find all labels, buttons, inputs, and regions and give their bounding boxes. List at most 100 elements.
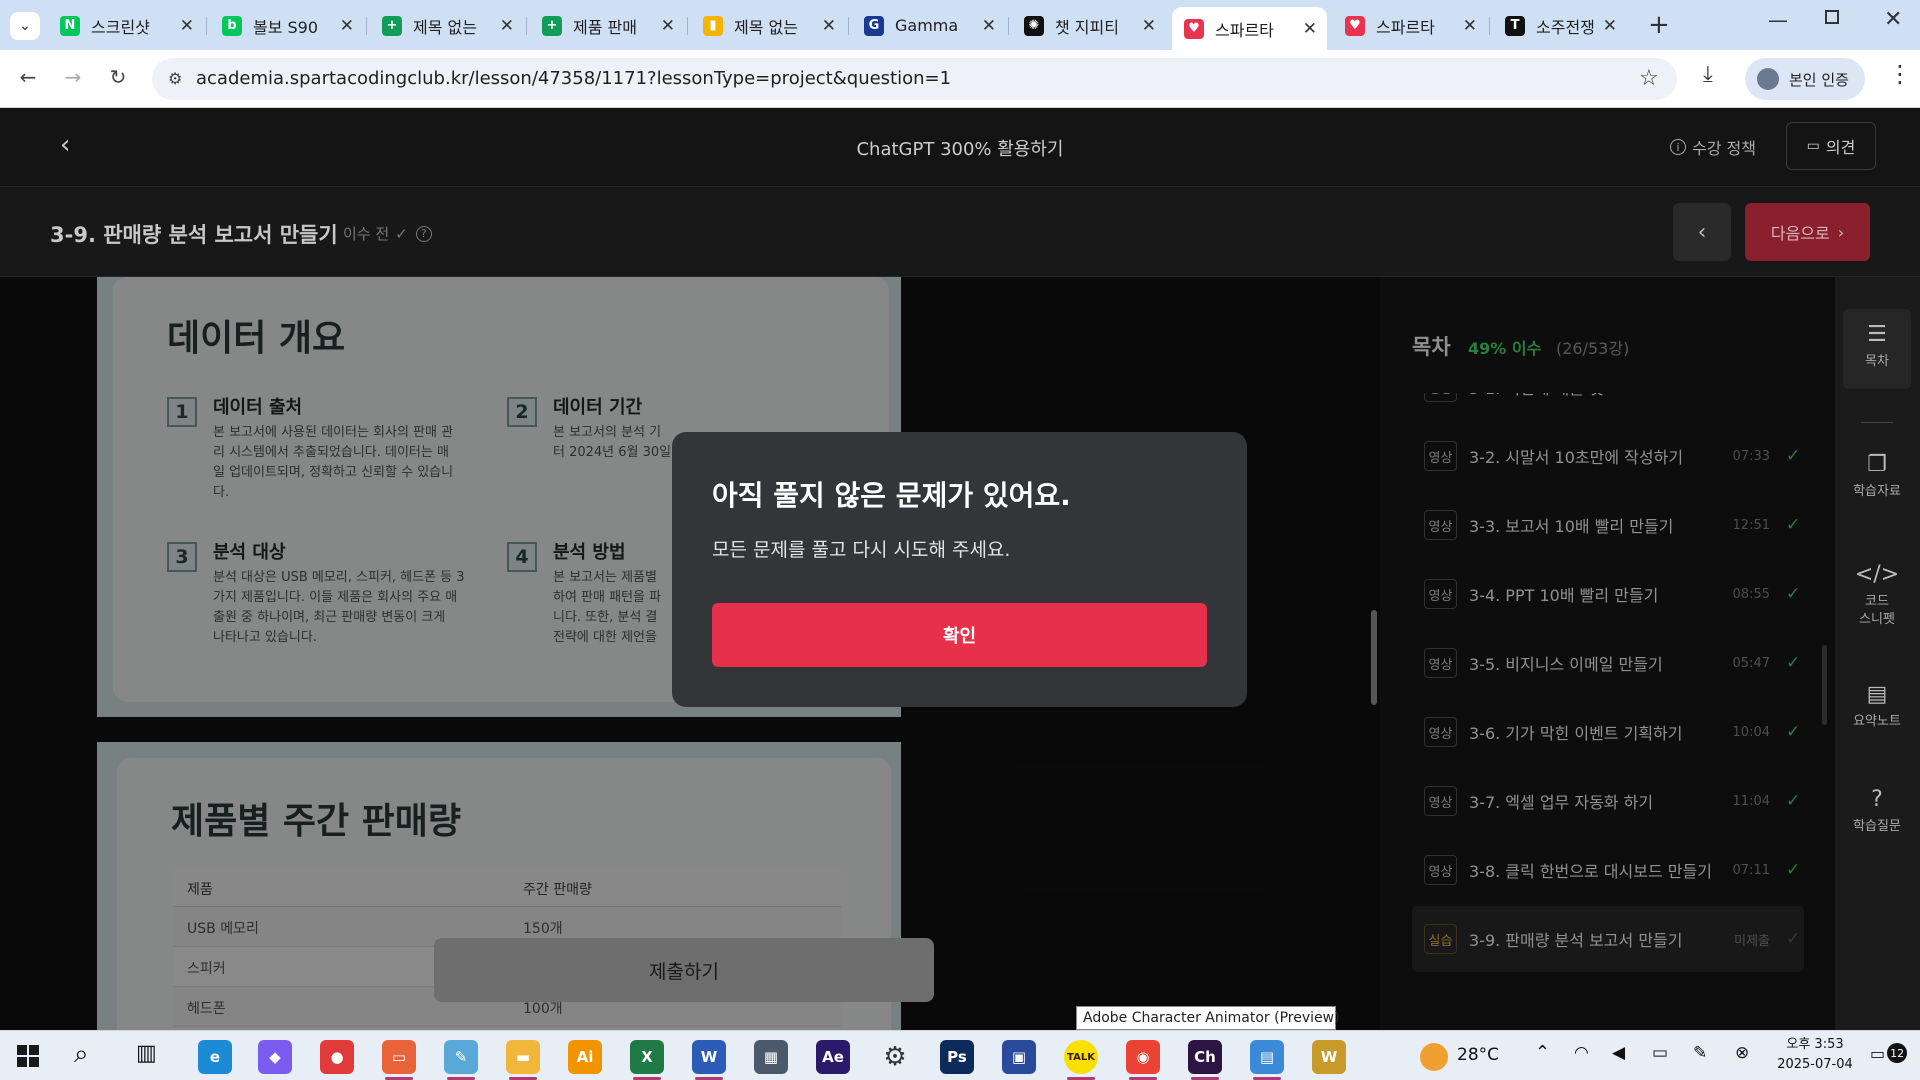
- pen-icon[interactable]: ✎: [1693, 1043, 1707, 1063]
- side-rail: ☰ 목차 ❐ 학습자료 </> 코드 스니펫 ▤ 요약노트 ? 학습질문: [1835, 277, 1920, 1030]
- google-sheets-icon: +: [542, 15, 562, 36]
- task-view-icon[interactable]: ▥: [136, 1041, 157, 1066]
- browser-tab[interactable]: b 볼보 S90 ✕: [210, 9, 364, 42]
- tab-close-icon[interactable]: ✕: [1303, 19, 1317, 39]
- kakaotalk-icon[interactable]: TALK: [1064, 1040, 1098, 1074]
- language-icon[interactable]: ⊗: [1735, 1043, 1749, 1063]
- edge-icon[interactable]: e: [198, 1040, 232, 1074]
- policy-link[interactable]: i 수강 정책: [1670, 135, 1756, 159]
- next-lesson-button[interactable]: 다음으로 ›: [1745, 203, 1870, 261]
- bookmark-star-icon[interactable]: ☆: [1639, 66, 1659, 91]
- browser-tab[interactable]: ♥ 스파르타 ✕: [1333, 9, 1487, 42]
- url-text[interactable]: academia.spartacodingclub.kr/lesson/4735…: [196, 68, 951, 89]
- rail-item[interactable]: </> 코드 스니펫: [1843, 562, 1911, 629]
- site-info-icon[interactable]: ⚙: [168, 69, 182, 88]
- browser-tab[interactable]: ♥ 스파르타 ✕: [1172, 7, 1327, 50]
- tab-close-icon[interactable]: ✕: [1142, 16, 1156, 36]
- browser-tab[interactable]: N 스크린샷 ✕: [48, 9, 204, 42]
- volume-icon[interactable]: ◀: [1612, 1043, 1625, 1063]
- clock-time: 오후 3:53: [1786, 1037, 1844, 1052]
- confirm-button[interactable]: 확인: [712, 603, 1207, 667]
- tab-close-icon[interactable]: ✕: [661, 16, 675, 36]
- back-icon[interactable]: ←: [14, 65, 42, 89]
- tab-close-icon[interactable]: ✕: [822, 16, 836, 36]
- notification-button[interactable]: ▭ 12: [1870, 1043, 1908, 1063]
- tab-search-chevron-icon[interactable]: ⌄: [10, 12, 40, 40]
- submit-button[interactable]: 제출하기: [434, 938, 934, 1002]
- excel-icon[interactable]: X: [630, 1040, 664, 1074]
- rail-item-label: 요약노트: [1853, 714, 1901, 729]
- calculator-icon[interactable]: ▦: [754, 1040, 788, 1074]
- maximize-button[interactable]: [1825, 10, 1839, 24]
- browser-tab[interactable]: + 제품 판매 ✕: [530, 9, 685, 42]
- rail-item[interactable]: ☰ 목차: [1843, 322, 1911, 423]
- chrome-icon[interactable]: ◉: [1126, 1040, 1160, 1074]
- new-tab-button[interactable]: +: [1648, 10, 1670, 40]
- content-scrollbar[interactable]: [1371, 610, 1377, 705]
- feedback-button[interactable]: ▭ 의견: [1786, 122, 1876, 170]
- tab-separator: [366, 17, 367, 35]
- calendar-app-icon[interactable]: ▣: [1002, 1040, 1036, 1074]
- prev-lesson-button[interactable]: ‹: [1673, 203, 1731, 261]
- browser-tab[interactable]: ✺ 챗 지피티 ✕: [1012, 9, 1166, 42]
- browser-tab[interactable]: + 제목 없는 ✕: [370, 9, 524, 42]
- minimize-button[interactable]: —: [1768, 8, 1788, 32]
- browser-tab[interactable]: G Gamma ✕: [852, 9, 1006, 42]
- wifi-icon[interactable]: ◠: [1574, 1043, 1589, 1063]
- rail-item[interactable]: ? 학습질문: [1843, 787, 1911, 836]
- character-animator-icon[interactable]: Ch: [1188, 1040, 1222, 1074]
- info-icon: i: [1670, 139, 1686, 155]
- chat-icon: ▭: [1806, 138, 1820, 154]
- illustrator-icon[interactable]: Ai: [568, 1040, 602, 1074]
- battery-icon[interactable]: ▭: [1652, 1043, 1668, 1063]
- lesson-status-label: 이수 전: [343, 225, 390, 243]
- browser-tab[interactable]: ▮ 제목 없는 ✕: [691, 9, 846, 42]
- slides-app-icon[interactable]: ▭: [382, 1040, 416, 1074]
- tab-close-icon[interactable]: ✕: [340, 16, 354, 36]
- file-explorer-icon[interactable]: ▬: [506, 1040, 540, 1074]
- tab-close-icon[interactable]: ✕: [982, 16, 996, 36]
- search-icon[interactable]: ⌕: [74, 1039, 89, 1070]
- profile-button[interactable]: 본인 인증: [1745, 58, 1865, 100]
- alert-modal: 아직 풀지 않은 문제가 있어요. 모든 문제를 풀고 다시 시도해 주세요. …: [672, 432, 1247, 707]
- tab-close-icon[interactable]: ✕: [1603, 16, 1617, 36]
- forward-icon[interactable]: →: [59, 65, 87, 89]
- help-icon[interactable]: ?: [415, 225, 432, 242]
- rail-item[interactable]: ▤ 요약노트: [1843, 682, 1911, 731]
- browser-tab[interactable]: T 소주전쟁 ✕: [1493, 9, 1627, 42]
- photoshop-icon[interactable]: Ps: [940, 1040, 974, 1074]
- app-w-icon[interactable]: W: [1312, 1040, 1346, 1074]
- code-icon: </>: [1854, 562, 1900, 587]
- after-effects-icon[interactable]: Ae: [816, 1040, 850, 1074]
- tab-close-icon[interactable]: ✕: [1463, 16, 1477, 36]
- google-slides-icon: ▮: [703, 15, 723, 36]
- reload-icon[interactable]: ↻: [104, 65, 132, 89]
- word-icon[interactable]: W: [692, 1040, 726, 1074]
- app-red-icon[interactable]: ●: [320, 1040, 354, 1074]
- browser-menu-icon[interactable]: ⋮: [1888, 60, 1912, 88]
- browser-toolbar: ← → ↻ ⚙ academia.spartacodingclub.kr/les…: [0, 50, 1920, 108]
- sparta-heart-icon: ♥: [1345, 15, 1365, 36]
- clock[interactable]: 오후 3:53 2025-07-04: [1775, 1035, 1855, 1075]
- download-icon[interactable]: ⤓: [1703, 62, 1713, 87]
- copilot-icon[interactable]: ◆: [258, 1040, 292, 1074]
- tab-close-icon[interactable]: ✕: [180, 16, 194, 36]
- settings-icon[interactable]: ⚙: [878, 1040, 912, 1074]
- rail-item[interactable]: ❐ 학습자료: [1843, 452, 1911, 501]
- profile-avatar-icon: [1757, 68, 1779, 90]
- weather-icon[interactable]: [1420, 1043, 1448, 1071]
- tray-chevron-icon[interactable]: ⌃: [1535, 1042, 1550, 1063]
- naver-blog-icon: b: [222, 15, 242, 36]
- profile-label: 본인 인증: [1789, 70, 1849, 89]
- close-window-button[interactable]: ✕: [1884, 7, 1902, 32]
- start-button[interactable]: [17, 1045, 39, 1067]
- notification-badge: 12: [1887, 1043, 1908, 1063]
- rail-item-label: 학습자료: [1853, 484, 1901, 499]
- tab-close-icon[interactable]: ✕: [500, 16, 514, 36]
- app-card-icon[interactable]: ▤: [1250, 1040, 1284, 1074]
- notepad-icon[interactable]: ✎: [444, 1040, 478, 1074]
- copy-icon: ❐: [1867, 452, 1887, 477]
- address-bar[interactable]: ⚙ academia.spartacodingclub.kr/lesson/47…: [152, 58, 1677, 100]
- weather-temp[interactable]: 28°C: [1457, 1045, 1499, 1065]
- openai-icon: ✺: [1024, 15, 1044, 36]
